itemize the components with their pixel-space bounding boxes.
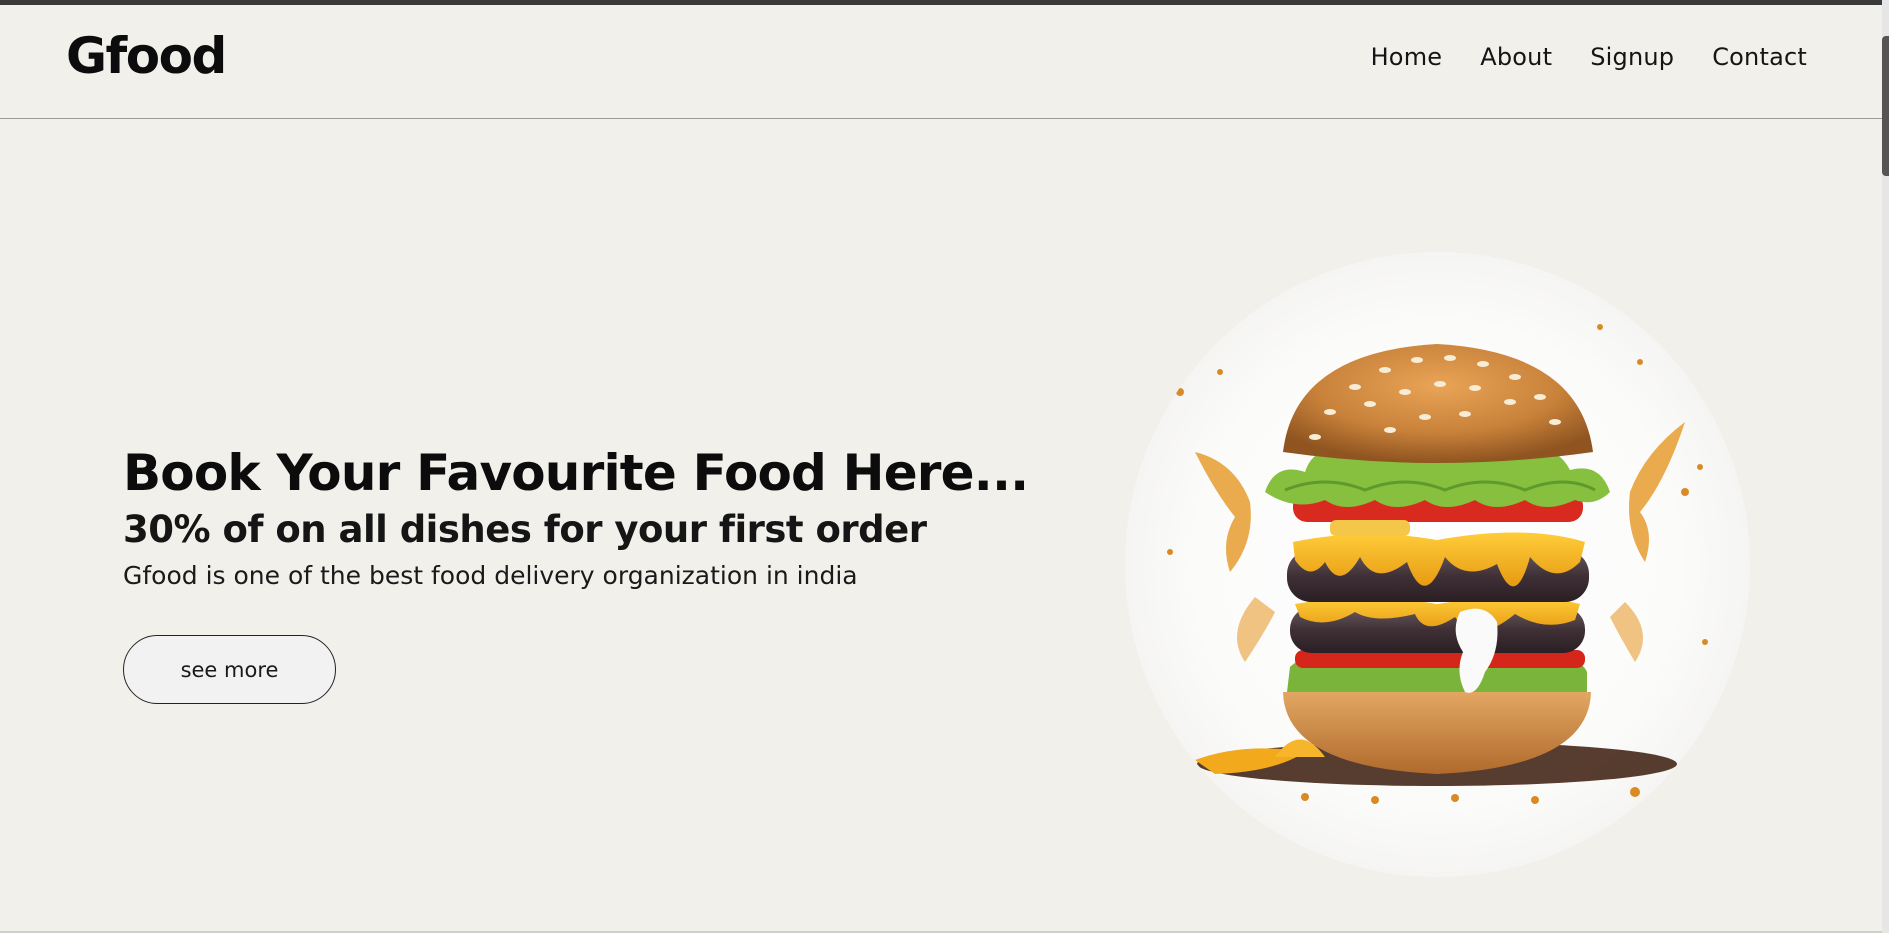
- nav-menu: Home About Signup Contact: [1371, 45, 1807, 69]
- nav-link-signup[interactable]: Signup: [1590, 45, 1674, 69]
- scrollbar-thumb[interactable]: [1882, 36, 1889, 176]
- nav-link-about[interactable]: About: [1480, 45, 1552, 69]
- see-more-button[interactable]: see more: [123, 635, 336, 704]
- hero-subtitle: 30% of on all dishes for your first orde…: [123, 508, 927, 551]
- nav-link-home[interactable]: Home: [1371, 45, 1443, 69]
- scrollbar[interactable]: [1882, 0, 1889, 933]
- navbar: Gfood Home About Signup Contact: [0, 5, 1882, 119]
- hero-description: Gfood is one of the best food delivery o…: [123, 561, 858, 590]
- logo[interactable]: Gfood: [66, 31, 227, 81]
- hero-text: Book Your Favourite Food Here... 30% of …: [123, 444, 1029, 592]
- nav-link-contact[interactable]: Contact: [1712, 45, 1807, 69]
- burger-illustration: [1167, 309, 1708, 804]
- page: Gfood Home About Signup Contact Book You…: [0, 0, 1889, 933]
- burger-image: [1125, 252, 1750, 877]
- hero-title: Book Your Favourite Food Here...: [123, 444, 1029, 502]
